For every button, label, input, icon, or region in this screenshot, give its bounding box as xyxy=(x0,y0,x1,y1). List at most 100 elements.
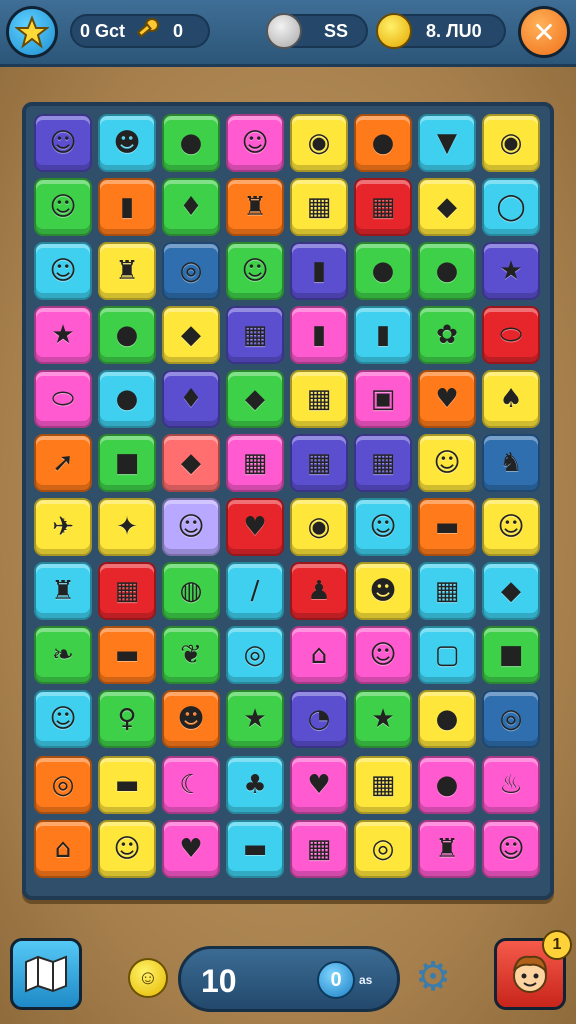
game-tile[interactable]: ▦ xyxy=(290,370,348,428)
game-tile[interactable]: ⌂ xyxy=(34,820,92,878)
game-tile[interactable]: ➚ xyxy=(34,434,92,492)
game-tile[interactable]: ● xyxy=(354,114,412,172)
map-button[interactable] xyxy=(10,938,82,1010)
game-tile[interactable]: ◎ xyxy=(354,820,412,878)
game-tile[interactable]: ● xyxy=(418,242,476,300)
game-tile[interactable]: ● xyxy=(98,370,156,428)
game-tile[interactable]: ◆ xyxy=(418,178,476,236)
game-tile[interactable]: ♜ xyxy=(226,178,284,236)
game-tile[interactable]: ♀ xyxy=(98,690,156,748)
game-tile[interactable]: ☺ xyxy=(34,242,92,300)
game-tile[interactable]: ⬭ xyxy=(482,306,540,364)
game-tile[interactable]: ❦ xyxy=(162,626,220,684)
game-tile[interactable]: ☺ xyxy=(482,498,540,556)
game-tile[interactable]: ☻ xyxy=(162,690,220,748)
game-tile[interactable]: ♜ xyxy=(98,242,156,300)
close-button[interactable]: ✕ xyxy=(518,6,570,58)
game-tile[interactable]: ◯ xyxy=(482,178,540,236)
game-tile[interactable]: ◆ xyxy=(482,562,540,620)
game-tile[interactable]: ◎ xyxy=(226,626,284,684)
game-tile[interactable]: ▦ xyxy=(290,434,348,492)
game-tile[interactable]: ★ xyxy=(482,242,540,300)
game-tile[interactable]: ▦ xyxy=(418,562,476,620)
game-tile[interactable]: ☺ xyxy=(226,242,284,300)
game-tile[interactable]: ❧ xyxy=(34,626,92,684)
game-tile[interactable]: ♣ xyxy=(226,756,284,814)
game-tile[interactable]: ● xyxy=(418,690,476,748)
game-tile[interactable]: ▦ xyxy=(226,434,284,492)
game-tile[interactable]: ☻ xyxy=(354,562,412,620)
game-tile[interactable]: ♜ xyxy=(418,820,476,878)
game-tile[interactable]: ■ xyxy=(98,434,156,492)
game-tile[interactable]: ☺ xyxy=(34,114,92,172)
game-tile[interactable]: ▬ xyxy=(98,626,156,684)
game-tile[interactable]: ♟ xyxy=(290,562,348,620)
game-tile[interactable]: ◔ xyxy=(290,690,348,748)
game-tile[interactable]: ◆ xyxy=(162,306,220,364)
game-tile[interactable]: ★ xyxy=(354,690,412,748)
game-tile[interactable]: ✦ xyxy=(98,498,156,556)
game-tile[interactable]: ◎ xyxy=(34,756,92,814)
game-tile[interactable]: ✈ xyxy=(34,498,92,556)
game-tile[interactable]: ☺ xyxy=(226,114,284,172)
game-tile[interactable]: / xyxy=(226,562,284,620)
game-tile[interactable]: ▮ xyxy=(354,306,412,364)
game-tile[interactable]: ☺ xyxy=(354,498,412,556)
game-tile[interactable]: ♥ xyxy=(418,370,476,428)
game-tile[interactable]: ☺ xyxy=(34,690,92,748)
game-tile[interactable]: ★ xyxy=(34,306,92,364)
game-tile[interactable]: ♠ xyxy=(482,370,540,428)
game-tile[interactable]: ☻ xyxy=(98,114,156,172)
settings-button[interactable]: ⚙ xyxy=(412,954,454,1000)
game-tile[interactable]: ♥ xyxy=(226,498,284,556)
game-tile[interactable]: ▢ xyxy=(418,626,476,684)
game-tile[interactable]: ◆ xyxy=(226,370,284,428)
game-tile[interactable]: ♦ xyxy=(162,370,220,428)
game-tile[interactable]: ☺ xyxy=(34,178,92,236)
game-tile[interactable]: ◉ xyxy=(290,114,348,172)
game-tile[interactable]: ◍ xyxy=(162,562,220,620)
game-tile[interactable]: ◉ xyxy=(482,114,540,172)
game-tile[interactable]: ▼ xyxy=(418,114,476,172)
game-tile[interactable]: ♦ xyxy=(162,178,220,236)
game-tile[interactable]: ♥ xyxy=(290,756,348,814)
game-tile[interactable]: ☺ xyxy=(482,820,540,878)
game-tile[interactable]: ♨ xyxy=(482,756,540,814)
game-tile[interactable]: ✿ xyxy=(418,306,476,364)
game-tile[interactable]: ⌂ xyxy=(290,626,348,684)
game-tile[interactable]: ☺ xyxy=(98,820,156,878)
game-tile[interactable]: ☺ xyxy=(162,498,220,556)
game-tile[interactable]: ▮ xyxy=(98,178,156,236)
game-tile[interactable]: ☺ xyxy=(354,626,412,684)
game-tile[interactable]: ▦ xyxy=(290,178,348,236)
game-tile[interactable]: ● xyxy=(162,114,220,172)
game-tile[interactable]: ◎ xyxy=(162,242,220,300)
game-tile[interactable]: ▬ xyxy=(418,498,476,556)
star-menu-button[interactable] xyxy=(6,6,58,58)
game-tile[interactable]: ★ xyxy=(226,690,284,748)
game-tile[interactable]: ● xyxy=(98,306,156,364)
game-tile[interactable]: ■ xyxy=(482,626,540,684)
game-tile[interactable]: ▣ xyxy=(354,370,412,428)
game-tile[interactable]: ▮ xyxy=(290,242,348,300)
game-tile[interactable]: ▦ xyxy=(354,434,412,492)
game-tile[interactable]: ◉ xyxy=(290,498,348,556)
game-tile[interactable]: ▦ xyxy=(226,306,284,364)
game-tile[interactable]: ▦ xyxy=(354,178,412,236)
game-tile[interactable]: ▬ xyxy=(98,756,156,814)
game-tile[interactable]: ◎ xyxy=(482,690,540,748)
game-tile[interactable]: ⬭ xyxy=(34,370,92,428)
game-tile[interactable]: ▦ xyxy=(290,820,348,878)
game-tile[interactable]: ♞ xyxy=(482,434,540,492)
game-tile[interactable]: ♥ xyxy=(162,820,220,878)
game-tile[interactable]: ☾ xyxy=(162,756,220,814)
game-tile[interactable]: ▦ xyxy=(354,756,412,814)
game-tile[interactable]: ♜ xyxy=(34,562,92,620)
game-tile[interactable]: ▦ xyxy=(98,562,156,620)
game-tile[interactable]: ☺ xyxy=(418,434,476,492)
game-tile[interactable]: ● xyxy=(354,242,412,300)
game-tile[interactable]: ◆ xyxy=(162,434,220,492)
game-tile[interactable]: ▮ xyxy=(290,306,348,364)
game-tile[interactable]: ● xyxy=(418,756,476,814)
game-tile[interactable]: ▬ xyxy=(226,820,284,878)
